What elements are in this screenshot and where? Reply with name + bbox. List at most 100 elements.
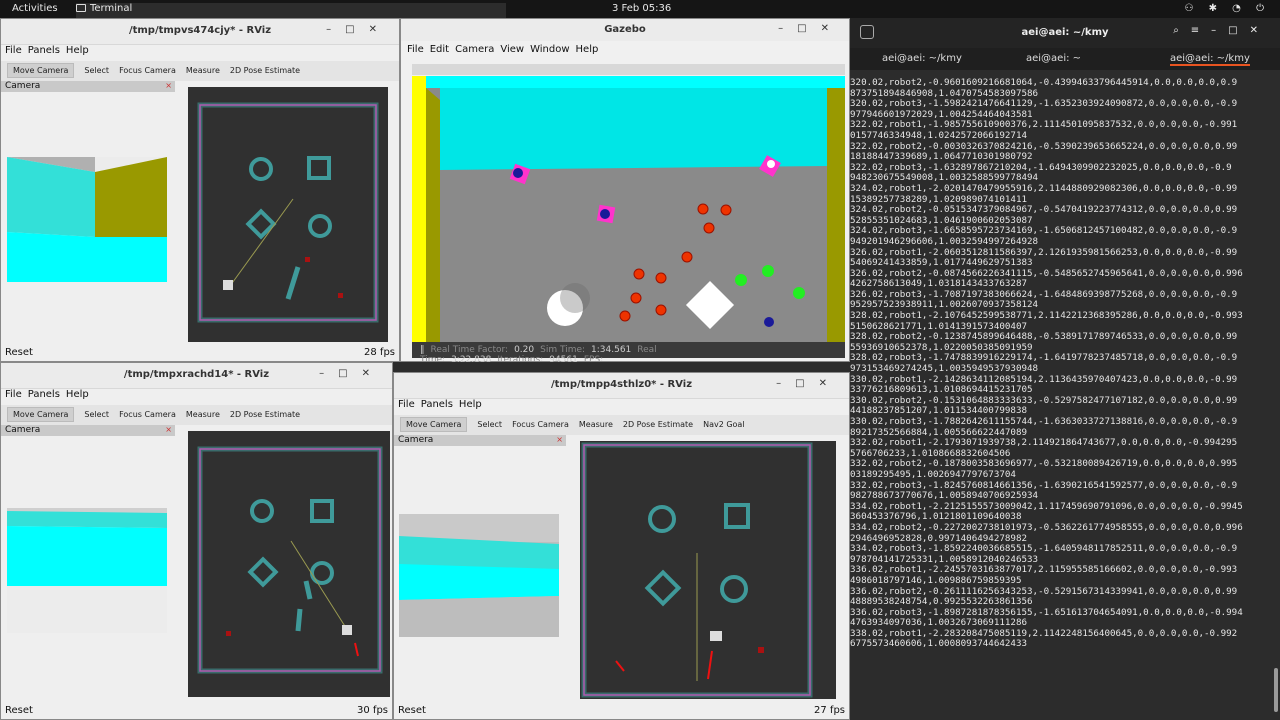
terminal-line: 4986018797146,1.009886759859395 <box>850 574 1022 586</box>
menu-window[interactable]: Window <box>530 44 569 55</box>
terminal-tabs: aei@aei: ~/kmy aei@aei: ~ aei@aei: ~/kmy <box>850 48 1280 70</box>
menu-file[interactable]: File <box>5 389 22 400</box>
camera-panel-header: Camera × <box>1 81 175 92</box>
rviz2-titlebar[interactable]: /tmp/tmpxrachd14* - RViz –□✕ <box>1 363 392 389</box>
menu-panels[interactable]: Panels <box>28 389 60 400</box>
fps-label: FPS: <box>583 355 604 365</box>
pose-estimate-tool[interactable]: 2D Pose Estimate <box>230 410 300 419</box>
sim-time-value: 1:34.561 <box>591 345 632 355</box>
focus-camera-tool[interactable]: Focus Camera <box>512 420 569 429</box>
terminal-output[interactable]: 320.02,robot2,-0.9601609216681064,-0.439… <box>850 76 1272 720</box>
fps-readout: 28 fps <box>364 347 395 358</box>
fps-readout: 30 fps <box>357 705 388 716</box>
measure-tool[interactable]: Measure <box>186 410 220 419</box>
tool-bar: Move Camera Select Focus Camera Measure 2D P… <box>1 61 399 81</box>
menu-help[interactable]: Help <box>66 45 89 56</box>
window-controls[interactable]: –□✕ <box>776 378 841 389</box>
close-icon[interactable]: × <box>165 425 172 434</box>
rtf-value: 0.20 <box>514 345 535 355</box>
reset-button[interactable]: Reset <box>5 705 33 716</box>
reset-button[interactable]: Reset <box>398 705 426 716</box>
terminal-line: 949201946296606,1.0032594997264928 <box>850 235 1039 247</box>
measure-tool[interactable]: Measure <box>579 420 613 429</box>
terminal-icon <box>76 4 86 12</box>
pose-estimate-tool[interactable]: 2D Pose Estimate <box>623 420 693 429</box>
rviz1-titlebar[interactable]: /tmp/tmpvs474cjy* - RViz –□✕ <box>1 19 399 45</box>
select-tool[interactable]: Select <box>477 420 502 429</box>
rtf-label: Real Time Factor: <box>430 345 509 355</box>
status-bar: Reset 30 fps <box>1 703 392 719</box>
terminal-window: aei@aei: ~/kmy ⌕≡–□✕ aei@aei: ~/kmy aei@… <box>850 18 1280 720</box>
camera-panel-label: Camera <box>5 425 41 435</box>
window-controls[interactable]: –□✕ <box>319 368 384 379</box>
terminal-line: 0157746334948,1.0242572066192714 <box>850 129 1028 141</box>
menu-file[interactable]: File <box>398 399 415 410</box>
gazebo-toolbar[interactable] <box>412 64 845 75</box>
move-camera-tool[interactable]: Move Camera <box>7 407 75 422</box>
menu-file[interactable]: File <box>5 45 22 56</box>
close-icon[interactable]: × <box>556 435 563 444</box>
measure-tool[interactable]: Measure <box>186 66 220 75</box>
iterations-value: 94561 <box>549 355 578 365</box>
terminal-app-label: Terminal <box>90 3 133 14</box>
terminal-line: 6775573460606,1.0008093744642433 <box>850 638 1028 650</box>
camera-image <box>399 514 559 637</box>
tool-bar: Move Camera Select Focus Camera Measure 2D P… <box>394 415 849 435</box>
menu-bar: File Panels Help <box>394 399 849 415</box>
terminal-line: 320.02,robot2,-0.9601609216681064,-0.439… <box>850 77 1238 88</box>
menu-edit[interactable]: Edit <box>430 44 449 55</box>
focus-camera-tool[interactable]: Focus Camera <box>119 410 176 419</box>
window-controls[interactable]: ⌕≡–□✕ <box>1173 25 1270 36</box>
clock[interactable]: 3 Feb 05:36 <box>612 3 671 14</box>
window-controls[interactable]: –□✕ <box>326 24 391 35</box>
map-view[interactable] <box>188 431 390 697</box>
system-tray[interactable]: ⚇ ✱ ◔ ⏻ <box>1184 3 1270 14</box>
menu-camera[interactable]: Camera <box>455 44 494 55</box>
pause-icon[interactable]: ‖ <box>420 345 425 355</box>
menu-help[interactable]: Help <box>576 44 599 55</box>
select-tool[interactable]: Select <box>84 410 109 419</box>
window-controls[interactable]: –□✕ <box>778 23 843 34</box>
terminal-line: 03189295495,1.0026947797673704 <box>850 468 1016 480</box>
menu-file[interactable]: File <box>407 44 424 55</box>
camera-panel-label: Camera <box>398 435 434 445</box>
tab-2[interactable]: aei@aei: ~ <box>1026 53 1081 64</box>
activities-button[interactable]: Activities <box>12 3 58 14</box>
move-camera-tool[interactable]: Move Camera <box>400 417 468 432</box>
sim-time-label: Sim Time: <box>540 345 586 355</box>
focus-camera-tool[interactable]: Focus Camera <box>119 66 176 75</box>
map-view[interactable] <box>580 441 836 699</box>
gazebo-status-bar: ‖ Real Time Factor: 0.20 Sim Time: 1:34.561 R… <box>412 342 845 365</box>
menu-view[interactable]: View <box>500 44 524 55</box>
fps-readout: 27 fps <box>814 705 845 716</box>
camera-panel-label: Camera <box>5 81 41 91</box>
camera-image <box>7 508 167 633</box>
rviz-window-2: /tmp/tmpxrachd14* - RViz –□✕ File Panels H… <box>0 362 393 720</box>
tool-bar: Move Camera Select Focus Camera Measure 2D P… <box>1 405 392 425</box>
map-view[interactable] <box>188 87 388 342</box>
camera-panel-header: Camera × <box>394 435 566 446</box>
reset-button[interactable]: Reset <box>5 347 33 358</box>
nav2-goal-tool[interactable]: Nav2 Goal <box>703 420 744 429</box>
move-camera-tool[interactable]: Move Camera <box>7 63 75 78</box>
menu-help[interactable]: Help <box>459 399 482 410</box>
gazebo-3d-scene[interactable] <box>412 76 845 342</box>
scrollbar[interactable] <box>1274 668 1278 712</box>
menu-help[interactable]: Help <box>66 389 89 400</box>
tab-1[interactable]: aei@aei: ~/kmy <box>882 53 962 64</box>
close-icon[interactable]: × <box>165 81 172 90</box>
terminal-line: 324.02,robot1,-2.0201470479955916,2.1144… <box>850 182 1238 194</box>
gazebo-titlebar[interactable]: Gazebo –□✕ <box>401 19 849 41</box>
select-tool[interactable]: Select <box>84 66 109 75</box>
real-time-value: 3:22.838 <box>451 355 492 365</box>
menu-panels[interactable]: Panels <box>421 399 453 410</box>
camera-panel-header: Camera × <box>1 425 175 436</box>
terminal-titlebar[interactable]: aei@aei: ~/kmy ⌕≡–□✕ <box>850 18 1280 48</box>
menu-panels[interactable]: Panels <box>28 45 60 56</box>
rviz-window-1: /tmp/tmpvs474cjy* - RViz –□✕ File Panels H… <box>0 18 400 362</box>
menu-bar: File Panels Help <box>1 389 392 405</box>
terminal-line: 330.02,robot3,-1.7882642611155744,-1.636… <box>850 416 1238 427</box>
pose-estimate-tool[interactable]: 2D Pose Estimate <box>230 66 300 75</box>
tab-3[interactable]: aei@aei: ~/kmy <box>1170 53 1250 66</box>
rviz3-titlebar[interactable]: /tmp/tmpp4sthlz0* - RViz –□✕ <box>394 373 849 399</box>
